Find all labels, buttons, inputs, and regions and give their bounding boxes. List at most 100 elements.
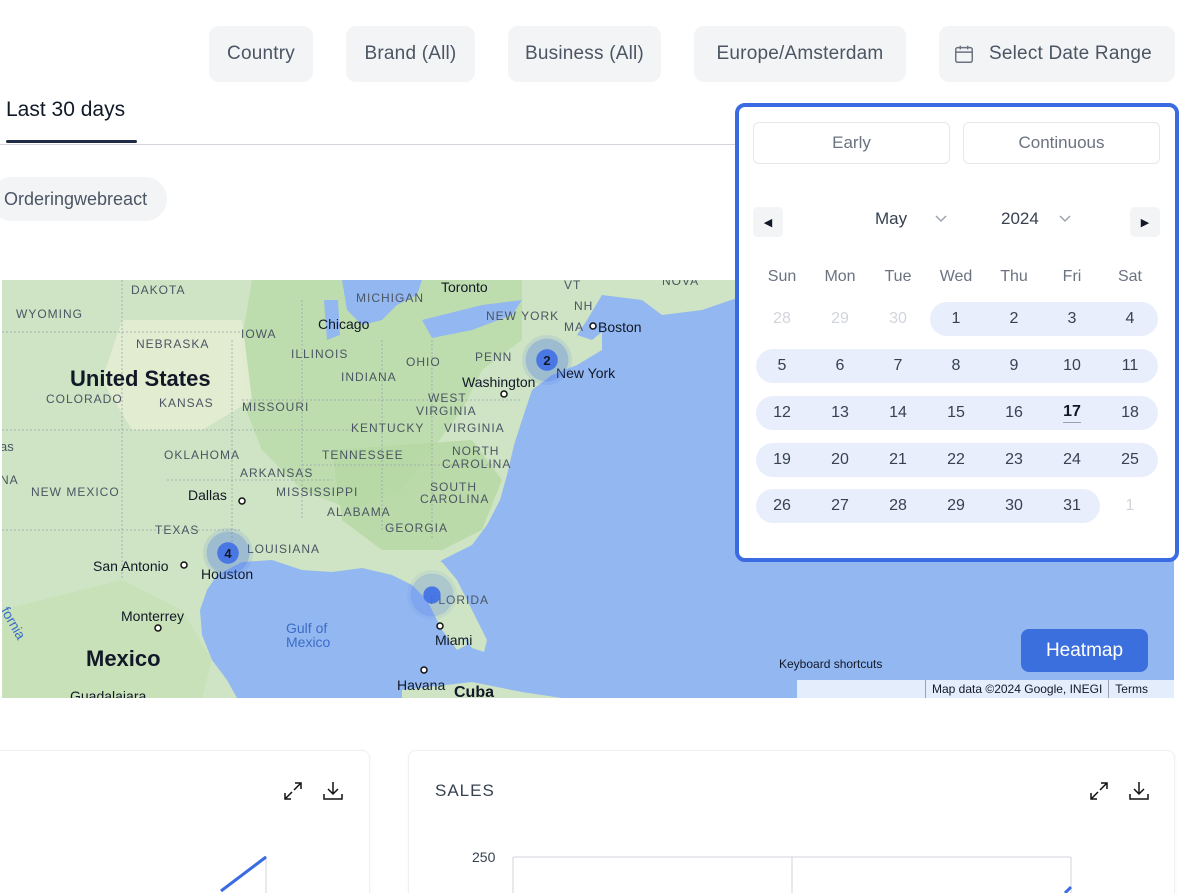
city-miami: Miami bbox=[435, 632, 473, 648]
day-cell[interactable]: 24 bbox=[1043, 443, 1101, 477]
day-cell[interactable]: 23 bbox=[985, 443, 1043, 477]
day-cell[interactable]: 9 bbox=[985, 349, 1043, 383]
day-cell[interactable]: 18 bbox=[1101, 396, 1159, 430]
download-icon[interactable] bbox=[321, 779, 345, 803]
label-iowa: IOWA bbox=[241, 327, 277, 341]
label-virginia: VIRGINIA bbox=[444, 421, 505, 435]
day-cell[interactable]: 28 bbox=[869, 489, 927, 523]
expand-icon[interactable] bbox=[281, 779, 305, 803]
terms-link[interactable]: Terms bbox=[1108, 680, 1154, 698]
label-tennessee: TENNESSEE bbox=[322, 448, 404, 462]
day-cell[interactable]: 3 bbox=[1043, 302, 1101, 336]
label-vt: VT bbox=[564, 280, 582, 292]
map-attribution: Map data ©2024 Google, INEGI Terms bbox=[797, 680, 1174, 698]
weekday-wed: Wed bbox=[939, 268, 973, 285]
country-filter-button[interactable]: Country bbox=[209, 26, 313, 82]
day-cell[interactable]: 1 bbox=[927, 302, 985, 336]
sales-chart-card: SALES 250 bbox=[408, 750, 1175, 893]
map-cluster-houston[interactable]: 4 bbox=[203, 528, 253, 578]
calendar-icon bbox=[955, 45, 973, 63]
day-cell[interactable]: 27 bbox=[811, 489, 869, 523]
map-data-credit: Map data ©2024 Google, INEGI bbox=[925, 680, 1108, 698]
label-texas: TEXAS bbox=[155, 523, 200, 537]
weekday-tue: Tue bbox=[884, 268, 912, 285]
city-chicago: Chicago bbox=[318, 316, 370, 332]
day-cell[interactable]: 30 bbox=[985, 489, 1043, 523]
mode-continuous-button[interactable]: Continuous bbox=[963, 122, 1160, 164]
cluster-count: 4 bbox=[224, 545, 232, 561]
city-washington: Washington bbox=[462, 374, 536, 390]
day-cell: 29 bbox=[831, 310, 849, 327]
label-missouri: MISSOURI bbox=[242, 400, 310, 414]
keyboard-shortcuts-link[interactable]: Keyboard shortcuts bbox=[779, 657, 882, 671]
next-month-button[interactable]: ▶ bbox=[1130, 207, 1160, 237]
day-cell[interactable]: 21 bbox=[869, 443, 927, 477]
day-cell[interactable]: 31 bbox=[1043, 489, 1101, 523]
tab-divider bbox=[0, 144, 740, 145]
label-as: as bbox=[2, 439, 14, 454]
label-dakota: DAKOTA bbox=[131, 283, 186, 297]
label-penn: PENN bbox=[475, 350, 513, 364]
brand-filter-button[interactable]: Brand (All) bbox=[346, 26, 475, 82]
day-cell[interactable]: 5 bbox=[753, 349, 811, 383]
day-cell[interactable]: 7 bbox=[869, 349, 927, 383]
day-cell[interactable]: 12 bbox=[753, 396, 811, 430]
business-filter-button[interactable]: Business (All) bbox=[508, 26, 661, 82]
mode-early-button[interactable]: Early bbox=[753, 122, 950, 164]
timezone-filter-button[interactable]: Europe/Amsterdam bbox=[694, 26, 906, 82]
label-north-carolina-1: NORTH bbox=[452, 444, 500, 458]
city-dallas: Dallas bbox=[188, 487, 227, 503]
day-cell[interactable]: 8 bbox=[927, 349, 985, 383]
weekday-sun: Sun bbox=[767, 268, 797, 285]
day-cell[interactable]: 22 bbox=[927, 443, 985, 477]
left-chart-plot bbox=[220, 855, 267, 893]
day-cell[interactable]: 11 bbox=[1101, 349, 1159, 383]
day-cell[interactable]: 14 bbox=[869, 396, 927, 430]
day-cell-today[interactable]: 17 bbox=[1043, 396, 1101, 430]
cluster-count: 2 bbox=[543, 352, 551, 368]
tab-last-30-days[interactable]: Last 30 days bbox=[6, 98, 125, 122]
map-cluster-florida[interactable] bbox=[407, 570, 457, 620]
label-new-mexico: NEW MEXICO bbox=[31, 485, 120, 499]
label-south-carolina-2: CAROLINA bbox=[420, 492, 490, 506]
day-cell[interactable]: 16 bbox=[985, 396, 1043, 430]
chevron-down-icon bbox=[1059, 215, 1071, 223]
map-cluster-new-york[interactable]: 2 bbox=[522, 335, 572, 385]
caret-left-icon: ◀ bbox=[763, 216, 773, 229]
heatmap-button[interactable]: Heatmap bbox=[1021, 629, 1148, 672]
weekday-fri: Fri bbox=[1062, 268, 1082, 285]
label-west-virginia-2: VIRGINIA bbox=[416, 404, 477, 418]
day-cell[interactable]: 2 bbox=[985, 302, 1043, 336]
prev-month-button[interactable]: ◀ bbox=[753, 207, 783, 237]
label-michigan: MICHIGAN bbox=[356, 291, 424, 305]
label-illinois: ILLINOIS bbox=[291, 347, 349, 361]
day-cell[interactable]: 13 bbox=[811, 396, 869, 430]
label-wyoming: WYOMING bbox=[16, 307, 83, 321]
source-chip[interactable]: Orderingwebreact bbox=[0, 177, 168, 221]
city-cuba: Cuba bbox=[454, 684, 494, 698]
day-cell: 28 bbox=[773, 310, 791, 327]
expand-icon[interactable] bbox=[1087, 779, 1111, 803]
year-select[interactable]: 2024 bbox=[1001, 209, 1071, 229]
date-picker-popover: Early Continuous ◀ May 2024 ▶ Sun Mon Tu… bbox=[735, 103, 1179, 562]
month-select[interactable]: May bbox=[875, 209, 947, 229]
day-cell[interactable]: 4 bbox=[1101, 302, 1159, 336]
day-cell[interactable]: 6 bbox=[811, 349, 869, 383]
dashboard-page: Country Brand (All) Business (All) Europ… bbox=[0, 0, 1200, 893]
city-boston: Boston bbox=[598, 319, 642, 335]
day-cell[interactable]: 26 bbox=[753, 489, 811, 523]
city-san-antonio: San Antonio bbox=[93, 558, 169, 574]
day-cell[interactable]: 15 bbox=[927, 396, 985, 430]
chart-card-left bbox=[0, 750, 370, 893]
series-line bbox=[220, 855, 267, 893]
day-cell[interactable]: 20 bbox=[811, 443, 869, 477]
day-cell[interactable]: 25 bbox=[1101, 443, 1159, 477]
day-cell[interactable]: 29 bbox=[927, 489, 985, 523]
label-mexico: Mexico bbox=[86, 646, 161, 671]
day-cell[interactable]: 10 bbox=[1043, 349, 1101, 383]
day-cell[interactable]: 19 bbox=[753, 443, 811, 477]
sales-chart-title: SALES bbox=[435, 781, 495, 800]
city-monterrey: Monterrey bbox=[121, 608, 185, 624]
download-icon[interactable] bbox=[1127, 779, 1151, 803]
date-range-button[interactable]: Select Date Range bbox=[939, 26, 1175, 82]
